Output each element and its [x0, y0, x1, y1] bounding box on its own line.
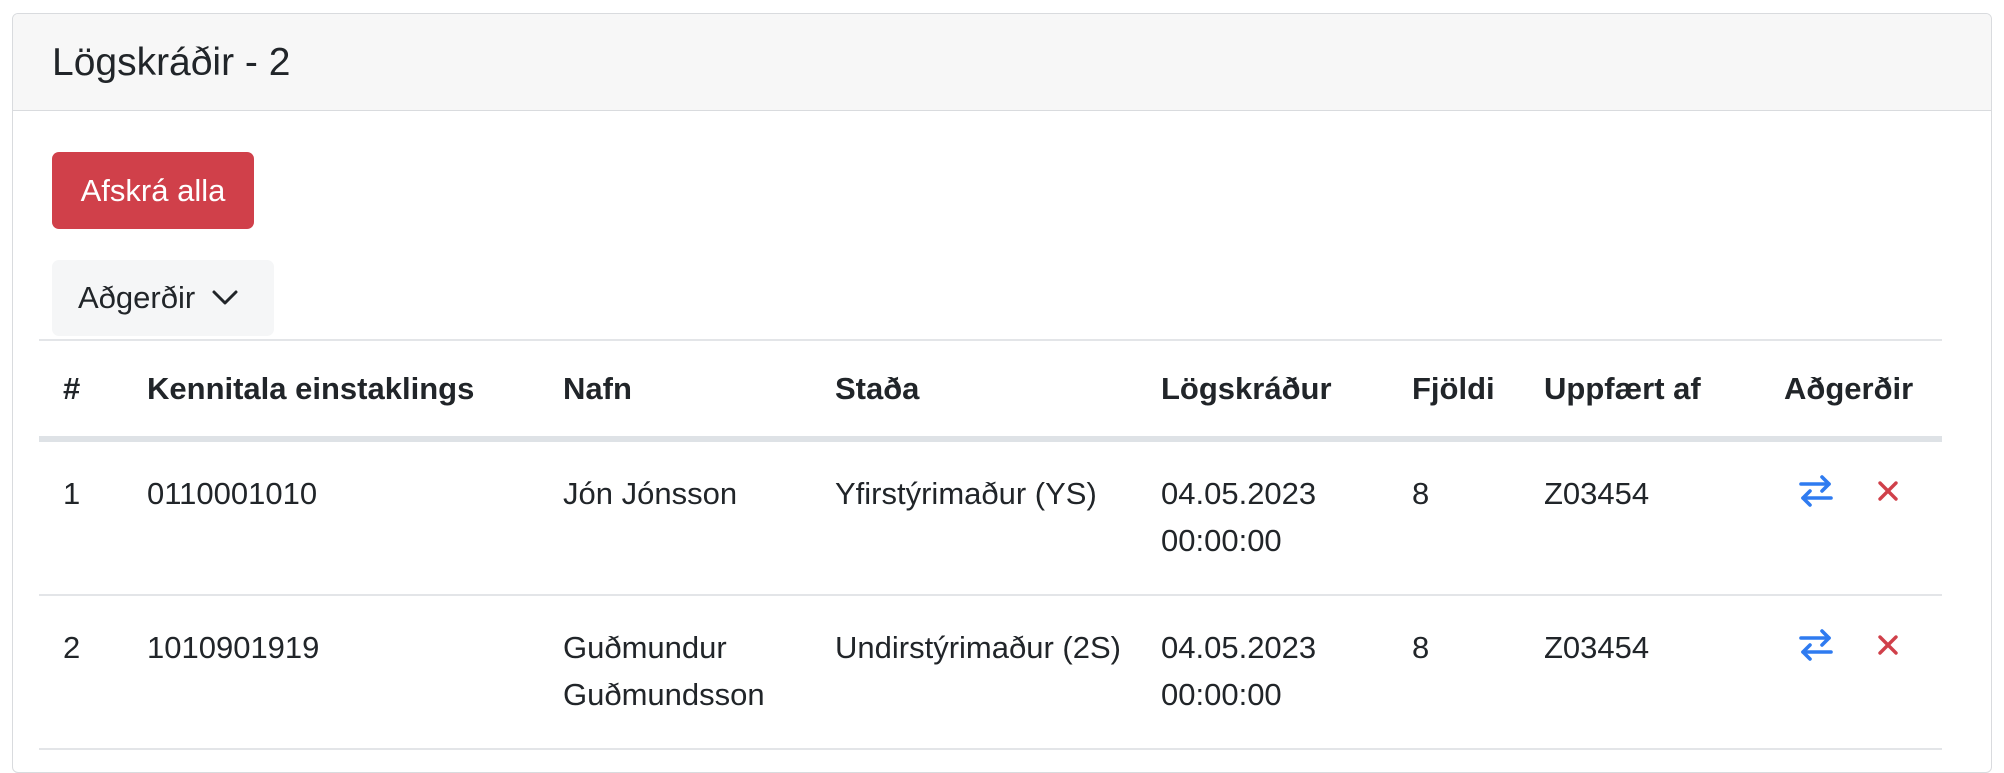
cell-stada: Undirstýrimaður (2S) [811, 595, 1137, 750]
cell-uppfaert-af: Z03454 [1520, 439, 1760, 596]
cell-adgerdir [1760, 439, 1942, 596]
cell-stada: Yfirstýrimaður (YS) [811, 439, 1137, 596]
card-title: Lögskráðir - 2 [52, 41, 291, 84]
cell-number: 2 [39, 595, 123, 750]
column-header-fjoldi: Fjöldi [1388, 341, 1520, 442]
cell-adgerdir [1760, 595, 1942, 750]
card-header: Lögskráðir - 2 [13, 14, 1991, 111]
cell-logskradur: 04.05.2023 00:00:00 [1137, 595, 1388, 750]
actions-dropdown-label: Aðgerðir [78, 280, 196, 315]
cell-uppfaert-af: Z03454 [1520, 595, 1760, 750]
logskradir-table-wrap: # Kennitala einstaklings Nafn Staða Lögs… [39, 339, 1942, 750]
cell-fjoldi: 8 [1388, 439, 1520, 596]
column-header-kennitala: Kennitala einstaklings [123, 341, 539, 442]
column-header-logskradur: Lögskráður [1137, 341, 1388, 442]
column-header-adgerdir: Aðgerðir [1760, 341, 1942, 442]
cell-nafn: Guðmundur Guðmundsson [539, 595, 811, 750]
actions-dropdown-button[interactable]: Aðgerðir [52, 260, 274, 336]
cell-logskradur: 04.05.2023 00:00:00 [1137, 439, 1388, 596]
cell-nafn: Jón Jónsson [539, 439, 811, 596]
table-row: 1 0110001010 Jón Jónsson Yfirstýrimaður … [39, 439, 1942, 596]
table-row: 2 1010901919 Guðmundur Guðmundsson Undir… [39, 595, 1942, 750]
cell-logskradur-date: 04.05.2023 [1161, 476, 1317, 511]
column-header-uppfaert-af: Uppfært af [1520, 341, 1760, 442]
column-header-nafn: Nafn [539, 341, 811, 442]
column-header-number: # [39, 341, 123, 442]
cell-logskradur-time: 00:00:00 [1161, 523, 1282, 558]
cell-fjoldi: 8 [1388, 595, 1520, 750]
arrows-swap-icon[interactable] [1798, 628, 1834, 675]
close-x-icon[interactable] [1877, 474, 1899, 521]
arrows-swap-icon[interactable] [1798, 474, 1834, 521]
close-x-icon[interactable] [1877, 628, 1899, 675]
chevron-down-icon [212, 290, 238, 305]
cell-kennitala: 1010901919 [123, 595, 539, 750]
cell-logskradur-time: 00:00:00 [1161, 677, 1282, 712]
logskradir-table: # Kennitala einstaklings Nafn Staða Lögs… [39, 341, 1942, 750]
cell-number: 1 [39, 439, 123, 596]
cell-kennitala: 0110001010 [123, 439, 539, 596]
unregister-all-button[interactable]: Afskrá alla [52, 152, 254, 229]
column-header-stada: Staða [811, 341, 1137, 442]
table-header-row: # Kennitala einstaklings Nafn Staða Lögs… [39, 341, 1942, 442]
cell-logskradur-date: 04.05.2023 [1161, 630, 1317, 665]
